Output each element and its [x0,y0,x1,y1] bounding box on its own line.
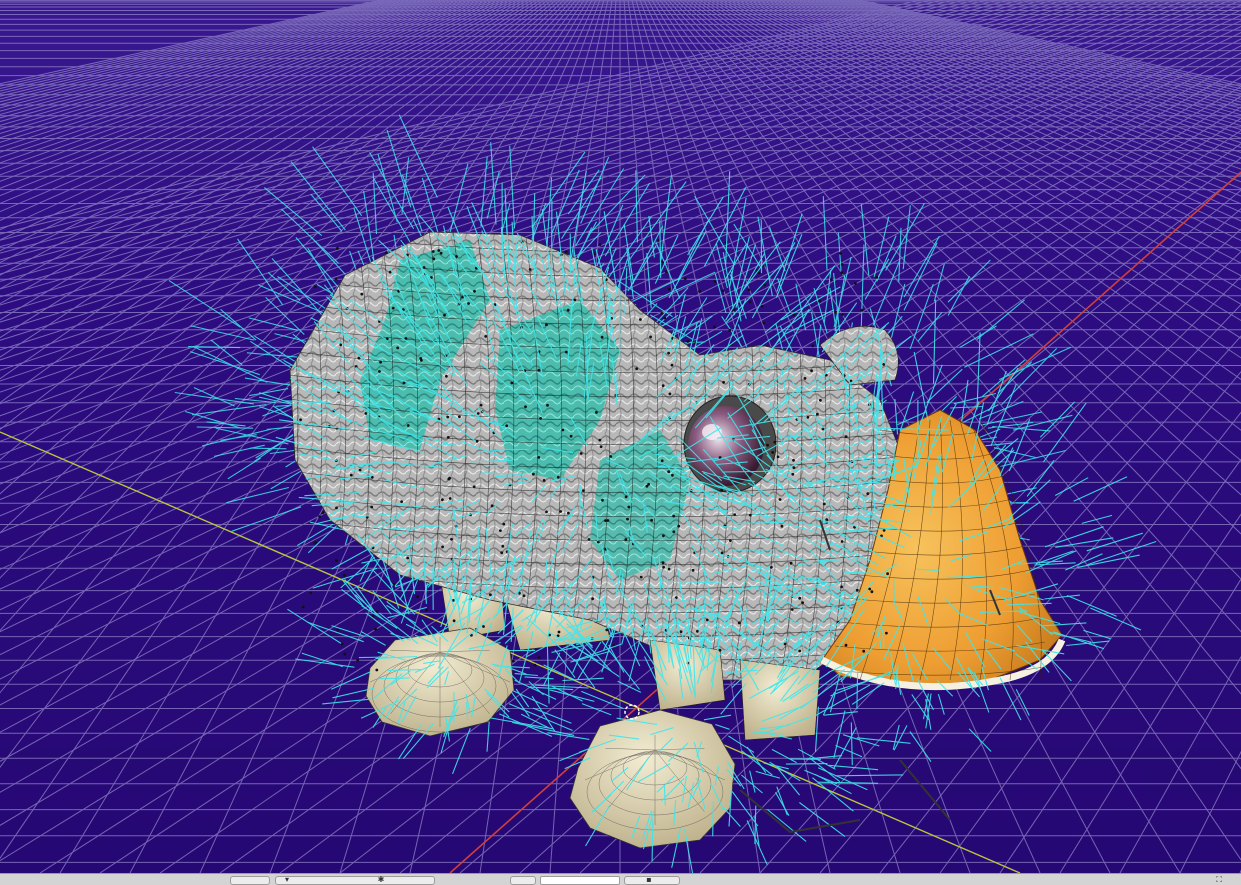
viewport-header-bar: ▾ ✱ ▪ ⛶ [0,873,1241,885]
layer-field[interactable] [540,876,620,885]
render-icon: ▪ [646,875,652,884]
pivot-dropdown[interactable] [275,876,435,885]
view-menu-button[interactable] [230,876,270,885]
eye-ball [688,406,764,486]
maximize-icon[interactable]: ⛶ [1214,875,1224,885]
layer-button[interactable] [510,876,536,885]
pivot-dropdown-icon: ▾ [284,875,289,884]
3d-viewport[interactable] [0,0,1241,873]
mode-dropdown-icon: ✱ [377,875,385,884]
